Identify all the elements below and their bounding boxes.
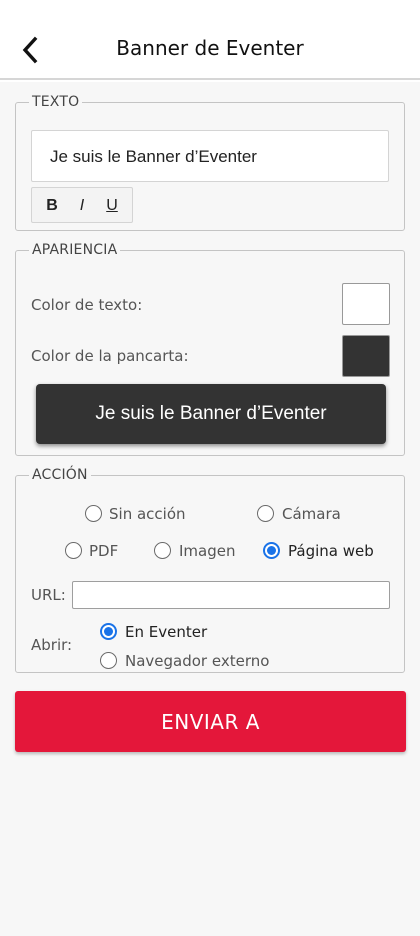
banner-text-input[interactable]: Je suis le Banner d’Eventer: [31, 130, 389, 182]
send-button-label: ENVIAR A: [161, 709, 260, 734]
radio-camara[interactable]: [257, 505, 274, 522]
option-navegador-externo-label: Navegador externo: [125, 652, 270, 670]
url-label: URL:: [31, 586, 66, 604]
open-label: Abrir:: [31, 636, 73, 654]
url-input[interactable]: [72, 581, 390, 609]
radio-en-eventer[interactable]: [100, 623, 117, 640]
option-sin-accion-label: Sin acción: [109, 505, 186, 523]
apariencia-section: APARIENCIA Color de texto: Color de la p…: [15, 242, 405, 456]
page-title: Banner de Eventer: [116, 36, 304, 60]
text-color-label: Color de texto:: [31, 296, 143, 314]
banner-text-value: Je suis le Banner d’Eventer: [50, 147, 257, 166]
form-content: TEXTO Je suis le Banner d’Eventer B I U …: [0, 82, 420, 936]
send-button[interactable]: ENVIAR A: [15, 691, 406, 752]
option-en-eventer-label: En Eventer: [125, 623, 208, 641]
texto-section: TEXTO Je suis le Banner d’Eventer B I U: [15, 94, 405, 231]
radio-sin-accion[interactable]: [85, 505, 102, 522]
banner-color-swatch[interactable]: [342, 335, 390, 377]
option-imagen-label: Imagen: [179, 542, 236, 560]
accion-section: ACCIÓN Sin acción Cámara PDF Imagen Pági…: [15, 467, 405, 673]
apariencia-legend: APARIENCIA: [32, 242, 118, 258]
banner-preview: Je suis le Banner d’Eventer: [36, 384, 386, 444]
texto-legend: TEXTO: [32, 94, 80, 110]
underline-button[interactable]: U: [101, 195, 123, 217]
option-pdf-label: PDF: [89, 542, 119, 560]
radio-navegador-externo[interactable]: [100, 652, 117, 669]
banner-color-label: Color de la pancarta:: [31, 347, 189, 365]
radio-imagen[interactable]: [154, 542, 171, 559]
top-app-bar: Banner de Eventer: [0, 0, 420, 80]
text-color-swatch[interactable]: [342, 283, 390, 325]
accion-legend: ACCIÓN: [32, 467, 88, 483]
radio-pagina-web[interactable]: [263, 542, 280, 559]
italic-button[interactable]: I: [71, 195, 93, 217]
banner-preview-text: Je suis le Banner d’Eventer: [95, 403, 327, 424]
option-camara-label: Cámara: [282, 505, 341, 523]
bold-button[interactable]: B: [41, 195, 63, 217]
option-pagina-web-label: Página web: [288, 542, 374, 560]
radio-pdf[interactable]: [65, 542, 82, 559]
format-toolbar: B I U: [31, 187, 133, 223]
